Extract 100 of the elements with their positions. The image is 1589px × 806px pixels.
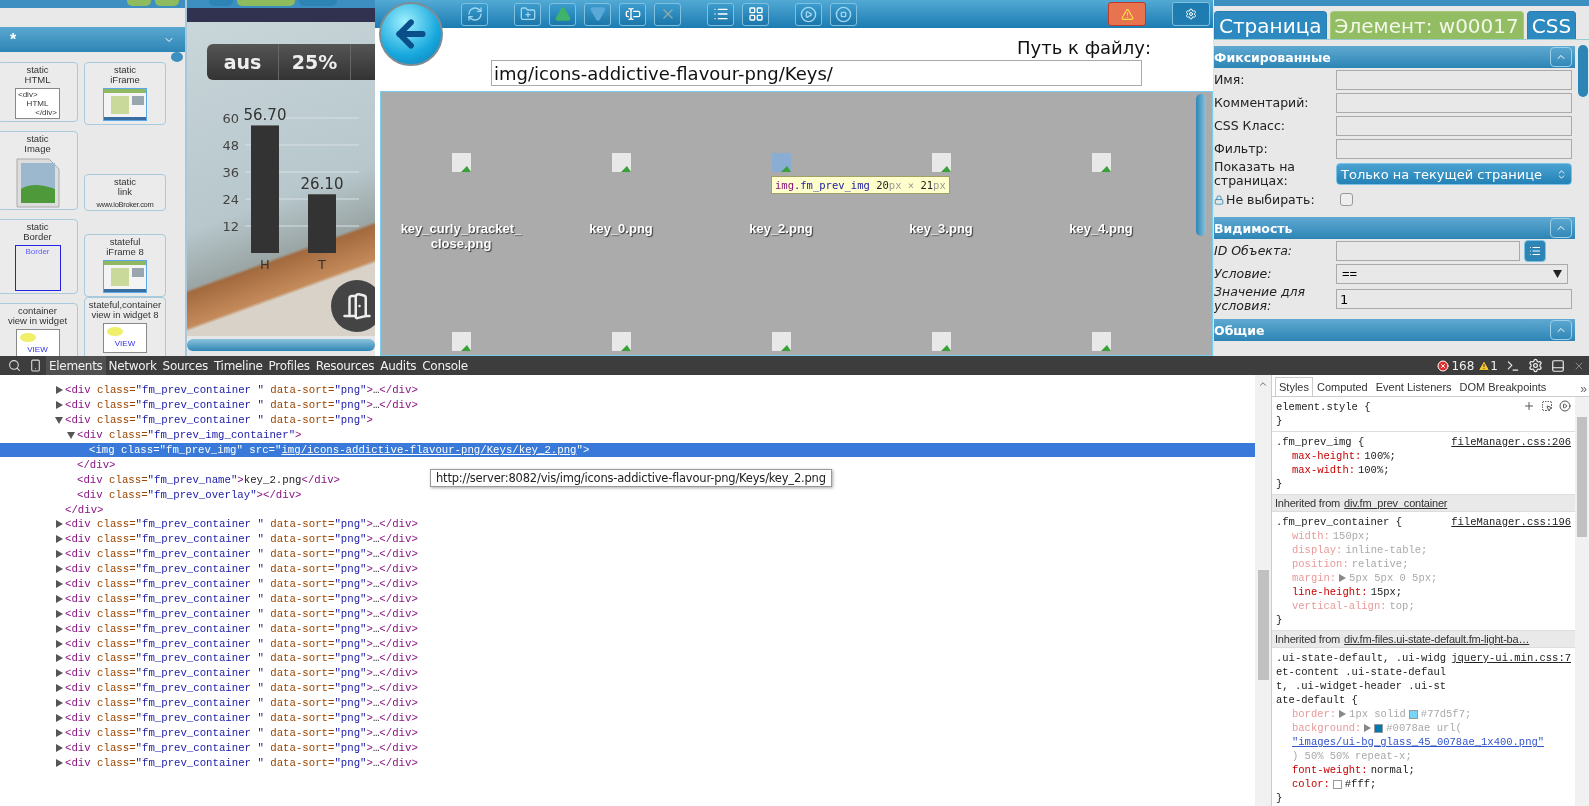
expand-triangle-icon[interactable] — [55, 758, 63, 767]
scroll-handle[interactable] — [171, 52, 183, 62]
expand-triangle-icon[interactable] — [55, 714, 63, 723]
warning-icon[interactable] — [1478, 359, 1491, 372]
broken-image-icon[interactable] — [610, 331, 632, 352]
dom-node[interactable]: <div class="fm_prev_container " data-sort="png">…</div> — [0, 621, 418, 637]
broken-image-icon[interactable] — [450, 331, 472, 352]
dock-icon[interactable] — [1551, 358, 1565, 373]
search-icon[interactable] — [8, 359, 21, 372]
devtools-tab[interactable]: Audits — [377, 356, 420, 375]
grid-view-button[interactable] — [742, 2, 769, 26]
download-button[interactable] — [584, 2, 611, 26]
rename-button[interactable] — [619, 2, 646, 26]
widget-card[interactable]: container view in widget VIEW — [0, 303, 78, 356]
broken-image-icon[interactable] — [1090, 152, 1112, 173]
dom-node[interactable]: <div class="fm_prev_container " data-sort="png">…</div> — [0, 665, 418, 681]
expand-triangle-icon[interactable] — [1339, 710, 1347, 718]
pages-select[interactable]: Только на текущей странице — [1336, 163, 1572, 185]
css-property[interactable]: max-height: 100%; — [1276, 449, 1571, 463]
css-property[interactable]: font-weight: normal; — [1276, 763, 1571, 777]
css-property[interactable]: max-width: 100%; — [1276, 463, 1571, 477]
collapse-button[interactable] — [1550, 47, 1572, 67]
dom-node[interactable]: <div class="fm_prev_container " data-sort="png">…</div> — [0, 517, 418, 532]
styles-tab[interactable]: DOM Breakpoints — [1455, 377, 1551, 396]
broken-image-icon[interactable] — [930, 331, 952, 352]
expand-triangle-icon[interactable] — [55, 654, 63, 663]
condition-dropdown[interactable]: == — [1336, 263, 1568, 284]
widget-card[interactable]: static Image — [0, 131, 78, 210]
expand-triangle-icon[interactable] — [55, 624, 63, 633]
broken-image-icon[interactable] — [930, 152, 952, 173]
dom-node[interactable]: <div class="fm_prev_container " data-sort="png">…</div> — [0, 740, 418, 756]
toggle-button[interactable]: aus — [207, 44, 279, 80]
broken-image-icon[interactable] — [450, 152, 472, 173]
styles-tab[interactable]: Computed — [1312, 377, 1372, 396]
color-swatch[interactable] — [1408, 709, 1418, 719]
css-property[interactable]: line-height: 15px; — [1276, 585, 1571, 599]
dom-node[interactable]: <div class="fm_prev_container " data-sort="png">…</div> — [0, 531, 418, 547]
upload-button[interactable] — [549, 2, 576, 26]
devtools-tab[interactable]: Console — [419, 356, 471, 375]
delete-button[interactable] — [654, 2, 681, 26]
device-icon[interactable] — [29, 359, 42, 372]
checkbox[interactable] — [1340, 193, 1353, 206]
dom-node[interactable]: <div class="fm_prev_container " data-sort="png">…</div> — [0, 606, 418, 622]
widget-card[interactable]: static Border Border — [0, 219, 78, 294]
dom-node[interactable]: </div> — [0, 502, 104, 517]
color-swatch[interactable] — [1374, 723, 1384, 733]
css-property[interactable]: color: #fff; — [1276, 777, 1571, 791]
settings-icon[interactable] — [1528, 358, 1543, 373]
source-link[interactable]: fileManager.css:196 — [1451, 515, 1571, 529]
css-property[interactable]: background: #0078ae url( "images/ui-bg_glass_45_0078ae_1x400.png" ) 50% 50% repeat-x; — [1276, 721, 1571, 763]
path-field[interactable]: img/icons-addictive-flavour-png/Keys/ — [491, 60, 1142, 86]
panel-tab[interactable]: CSS — [1526, 11, 1577, 39]
dom-node[interactable]: <div class="fm_prev_container " data-sort="png">…</div> — [0, 546, 418, 562]
warning-count[interactable]: 1 — [1490, 358, 1498, 373]
expand-triangle-icon[interactable] — [55, 535, 63, 544]
text-field[interactable] — [1336, 115, 1572, 136]
panel-tab[interactable]: Страница — [1214, 11, 1327, 39]
widget-card[interactable]: static HTML <div> HTML </div> — [0, 62, 78, 122]
dom-node[interactable]: <div class="fm_prev_container " data-sort="png">…</div> — [0, 755, 418, 771]
dom-node[interactable]: <div class="fm_prev_container " data-sort="png">…</div> — [0, 591, 418, 607]
expand-triangle-icon[interactable] — [55, 728, 63, 737]
styles-tab[interactable]: Event Listeners — [1371, 377, 1456, 396]
dom-node[interactable]: </div> — [0, 457, 116, 473]
styles-tab[interactable]: Styles — [1275, 377, 1313, 396]
new-folder-button[interactable] — [514, 2, 541, 26]
element-state-icon[interactable] — [1541, 400, 1553, 412]
dom-node[interactable]: <div class="fm_prev_container " data-sort="png">…</div> — [0, 576, 418, 592]
expand-triangle-icon[interactable] — [1364, 724, 1372, 732]
more-tabs[interactable]: » — [1580, 382, 1589, 396]
text-field[interactable] — [1336, 138, 1572, 159]
color-swatch[interactable] — [1332, 779, 1342, 789]
scroll-handle[interactable] — [187, 339, 375, 351]
broken-image-icon[interactable] — [1090, 331, 1112, 352]
scroll-handle[interactable] — [1258, 570, 1269, 680]
expand-triangle-icon[interactable] — [55, 580, 63, 588]
stop-button[interactable] — [830, 2, 857, 26]
devtools-tab[interactable]: Network — [105, 356, 160, 375]
expand-triangle-icon[interactable] — [55, 684, 63, 693]
object-id-field[interactable] — [1336, 240, 1520, 261]
expand-triangle-icon[interactable] — [55, 669, 63, 678]
collapse-button[interactable] — [1550, 320, 1572, 340]
scroll-handle[interactable] — [1577, 417, 1587, 537]
dom-node[interactable]: <div class="fm_prev_container " data-sort="png">…</div> — [0, 695, 418, 711]
console-icon[interactable] — [1506, 358, 1520, 373]
devtools-tab[interactable]: Timeline — [210, 356, 266, 375]
expand-triangle-icon[interactable] — [1339, 574, 1347, 582]
devtools-tab[interactable]: Resources — [312, 356, 378, 375]
refresh-button[interactable] — [461, 2, 488, 26]
dom-node[interactable]: <img class="fm_prev_img" src="img/icons-addictive-flavour-png/Keys/key_2.png"> — [0, 442, 1255, 458]
source-link[interactable]: jquery-ui.min.css:7 — [1451, 651, 1571, 665]
play-button[interactable] — [795, 2, 822, 26]
dom-node[interactable]: <div class="fm_prev_container " data-sort="png"> — [0, 412, 373, 428]
expand-triangle-icon[interactable] — [55, 386, 63, 395]
element-link[interactable]: div.fm_prev_container — [1344, 497, 1448, 509]
list-view-button[interactable] — [707, 2, 734, 26]
text-field[interactable] — [1336, 69, 1572, 90]
scroll-handle[interactable] — [1196, 94, 1206, 236]
collapse-triangle-icon[interactable] — [55, 416, 63, 425]
expand-triangle-icon[interactable] — [55, 639, 63, 648]
widget-card[interactable]: stateful iFrame 8 — [84, 234, 166, 297]
